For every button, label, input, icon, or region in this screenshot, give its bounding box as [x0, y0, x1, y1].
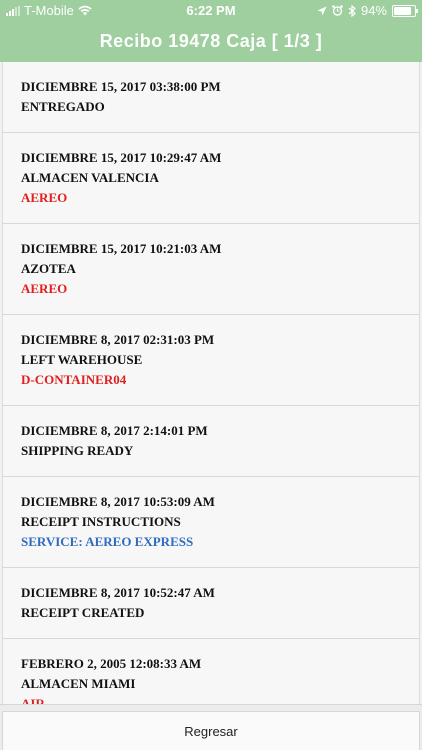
event-date: DICIEMBRE 8, 2017 02:31:03 PM	[21, 332, 215, 347]
event-date: DICIEMBRE 8, 2017 10:52:47 AM	[21, 585, 215, 600]
event-status: RECEIPT CREATED	[21, 605, 145, 620]
event-status: ALMACEN MIAMI	[21, 676, 136, 691]
event-status: RECEIPT INSTRUCTIONS	[21, 514, 181, 529]
footer-bar: Regresar	[0, 704, 422, 750]
event-item: DICIEMBRE 8, 2017 2:14:01 PM SHIPPING REA…	[2, 406, 420, 477]
event-item: DICIEMBRE 15, 2017 03:38:00 PM ENTREGADO	[2, 62, 420, 133]
event-item: DICIEMBRE 8, 2017 02:31:03 PM LEFT WAREHO…	[2, 315, 420, 406]
header-bar: T-Mobile 6:22 PM 94% Recibo 19478 Caja […	[0, 0, 422, 62]
event-date: DICIEMBRE 8, 2017 10:53:09 AM	[21, 494, 215, 509]
battery-icon	[392, 4, 418, 17]
event-item: DICIEMBRE 8, 2017 10:52:47 AM RECEIPT CRE…	[2, 568, 420, 639]
event-date: DICIEMBRE 15, 2017 10:29:47 AM	[21, 150, 222, 165]
location-arrow-icon	[317, 6, 327, 15]
bluetooth-icon	[348, 4, 356, 17]
event-status: AZOTEA	[21, 261, 76, 276]
event-detail: SERVICE: AEREO EXPRESS	[21, 534, 194, 549]
event-date: DICIEMBRE 15, 2017 10:21:03 AM	[21, 241, 222, 256]
event-date: DICIEMBRE 15, 2017 03:38:00 PM	[21, 79, 221, 94]
alarm-icon	[332, 5, 343, 16]
event-status: ALMACEN VALENCIA	[21, 170, 159, 185]
event-detail: AEREO	[21, 190, 68, 205]
event-item: DICIEMBRE 15, 2017 10:29:47 AM ALMACEN VA…	[2, 133, 420, 224]
page-title: Recibo 19478 Caja [ 1/3 ]	[99, 31, 323, 51]
event-status: LEFT WAREHOUSE	[21, 352, 143, 367]
event-item: DICIEMBRE 15, 2017 10:21:03 AM AZOTEA AERE…	[2, 224, 420, 315]
back-button[interactable]: Regresar	[2, 711, 420, 750]
event-item: DICIEMBRE 8, 2017 10:53:09 AM RECEIPT INS…	[2, 477, 420, 568]
event-status: SHIPPING READY	[21, 443, 134, 458]
event-date: DICIEMBRE 8, 2017 2:14:01 PM	[21, 423, 208, 438]
tracking-event-list[interactable]: DICIEMBRE 15, 2017 03:38:00 PM ENTREGADO D…	[0, 62, 422, 705]
event-detail: D-CONTAINER04	[21, 372, 127, 387]
event-detail: AEREO	[21, 281, 68, 296]
status-bar: T-Mobile 6:22 PM 94%	[0, 0, 422, 22]
event-status: ENTREGADO	[21, 99, 105, 114]
battery-percent: 94%	[360, 3, 387, 18]
event-date: FEBRERO 2, 2005 12:08:33 AM	[21, 656, 202, 671]
event-item: FEBRERO 2, 2005 12:08:33 AM ALMACEN MIAMI…	[2, 639, 420, 705]
